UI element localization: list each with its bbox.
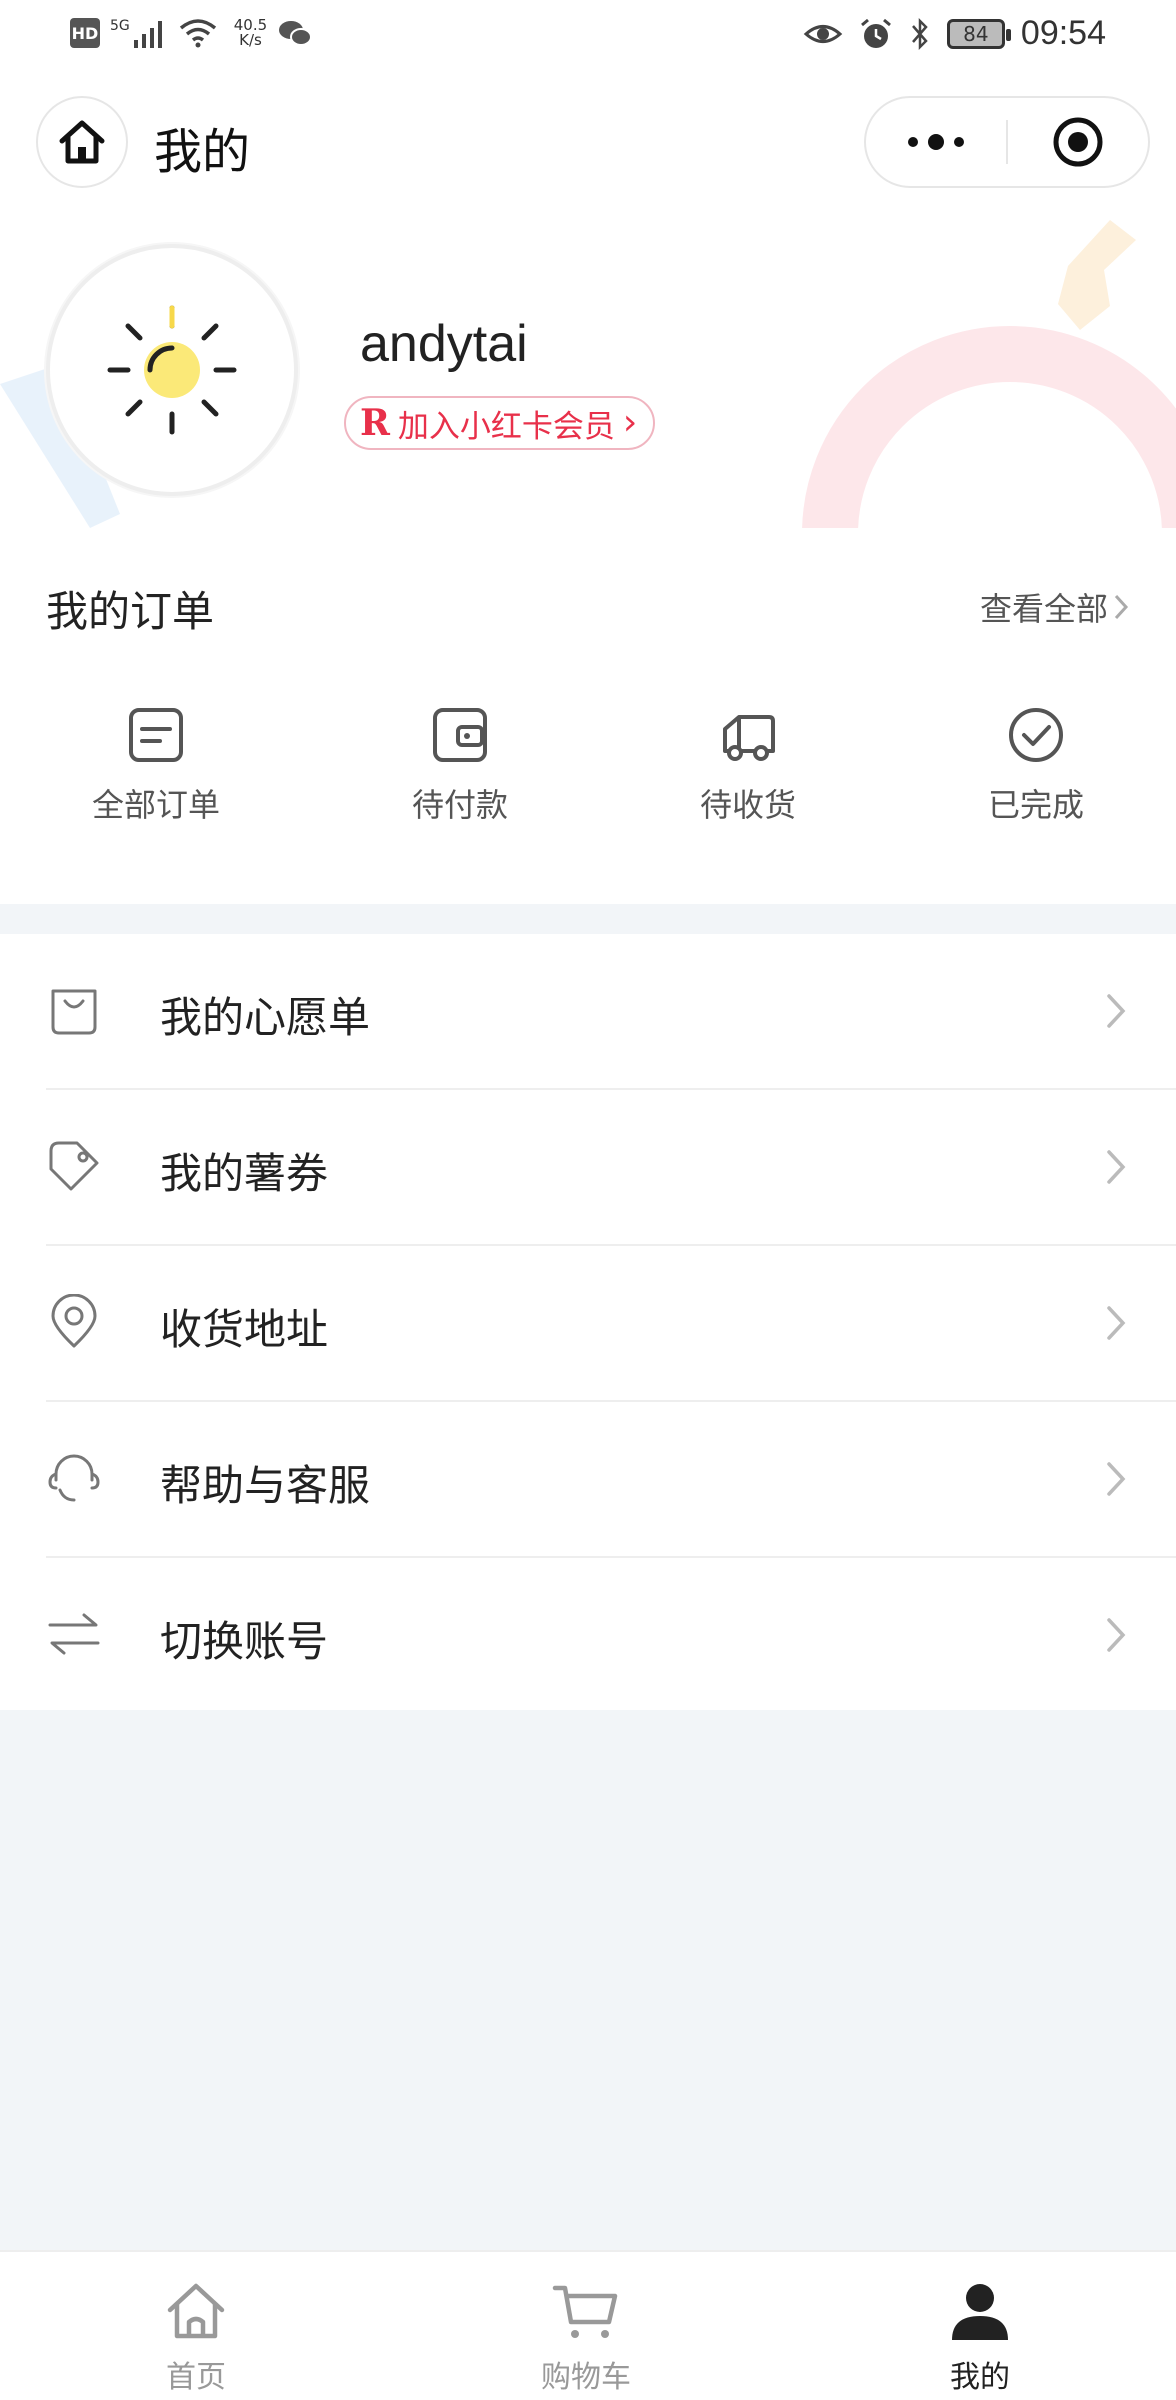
chevron-right-icon	[1107, 1150, 1126, 1184]
cellular-signal-icon	[133, 21, 162, 48]
tag-icon	[49, 1141, 99, 1191]
bottom-tab-bar: 首页 购物车 我的	[0, 2250, 1176, 2400]
eye-icon	[803, 24, 843, 43]
view-all-orders-link[interactable]: 查看全部	[980, 584, 1130, 630]
chevron-right-icon	[1107, 1618, 1126, 1652]
red-card-logo: R	[360, 402, 390, 444]
sun-avatar-icon	[107, 305, 237, 435]
menu-item-coupons[interactable]: 我的薯券	[0, 1090, 1176, 1246]
order-list-icon	[129, 708, 183, 762]
network-speed: 40.5 K/s	[234, 18, 267, 48]
bluetooth-icon	[911, 17, 928, 50]
menu-item-address[interactable]: 收货地址	[0, 1246, 1176, 1402]
menu-list: 我的心愿单 我的薯券 收货地址 帮助与客服 切换账号	[0, 934, 1176, 1710]
battery-indicator: 84	[946, 18, 1011, 49]
clock: 09:54	[1020, 14, 1106, 52]
menu-item-label: 收货地址	[160, 1305, 329, 1354]
hd-badge: HD	[70, 18, 100, 48]
status-bar: HD 5G 40.5 K/s 84 09:54	[0, 0, 1176, 74]
location-pin-icon	[51, 1294, 97, 1348]
wechat-icon	[279, 21, 313, 46]
order-pending-payment-label: 待付款	[411, 786, 508, 824]
mini-program-nav-bar: 我的	[0, 74, 1176, 214]
tab-home[interactable]: 首页	[96, 2276, 296, 2396]
wifi-icon	[179, 19, 216, 48]
tab-cart[interactable]: 购物车	[486, 2276, 686, 2396]
page-title: 我的	[154, 124, 251, 180]
chevron-right-icon	[1107, 994, 1126, 1028]
vip-arrow: ›	[622, 402, 638, 443]
order-pending-receipt-label: 待收货	[699, 786, 796, 824]
alarm-icon	[860, 18, 891, 48]
more-dot-icon	[908, 137, 918, 147]
home-icon	[167, 2283, 225, 2339]
menu-item-label: 我的薯券	[160, 1149, 329, 1198]
more-dot-icon	[928, 134, 944, 150]
order-pending-payment[interactable]: 待付款	[350, 700, 570, 826]
avatar[interactable]	[46, 244, 298, 496]
profile-header: andytai R 加入小红卡会员 ›	[0, 214, 1176, 528]
more-dot-icon	[954, 137, 964, 147]
home-icon	[59, 120, 105, 164]
tab-me[interactable]: 我的	[880, 2276, 1080, 2396]
menu-item-help[interactable]: 帮助与客服	[0, 1402, 1176, 1558]
status-right: 84 09:54	[803, 14, 1106, 53]
status-left: HD 5G 40.5 K/s	[70, 18, 313, 48]
tab-home-label: 首页	[166, 2360, 226, 2395]
tab-me-label: 我的	[950, 2360, 1010, 2395]
menu-item-wishlist[interactable]: 我的心愿单	[0, 934, 1176, 1090]
order-completed-label: 已完成	[987, 786, 1084, 824]
order-all-label: 全部订单	[91, 786, 220, 824]
orders-title: 我的订单	[46, 587, 215, 636]
menu-item-label: 帮助与客服	[160, 1461, 371, 1510]
tab-cart-label: 购物车	[541, 2360, 631, 2395]
join-vip-label: 加入小红卡会员	[397, 408, 615, 445]
username: andytai	[360, 315, 528, 373]
target-icon	[1053, 117, 1103, 167]
chevron-right-icon	[1107, 1306, 1126, 1340]
menu-item-label: 我的心愿单	[160, 993, 371, 1042]
network-type-label: 5G	[110, 18, 130, 34]
user-icon	[952, 2284, 1008, 2340]
close-miniprogram-button[interactable]	[1008, 98, 1148, 186]
net-speed-unit: K/s	[239, 31, 262, 49]
chevron-right-icon	[1114, 594, 1129, 620]
view-all-label: 查看全部	[979, 590, 1108, 628]
check-circle-icon	[1009, 708, 1063, 762]
menu-item-label: 切换账号	[160, 1617, 329, 1666]
chevron-right-icon	[1107, 1462, 1126, 1496]
capsule-menu	[864, 96, 1150, 188]
headset-icon	[48, 1454, 100, 1502]
wallet-icon	[433, 708, 487, 762]
menu-item-switch-account[interactable]: 切换账号	[0, 1558, 1176, 1714]
join-vip-button[interactable]: R 加入小红卡会员 ›	[344, 396, 656, 450]
order-all[interactable]: 全部订单	[46, 700, 266, 826]
more-button[interactable]	[866, 98, 1006, 186]
my-orders-card: 我的订单 查看全部 全部订单 待付款 待收货 已完成	[0, 528, 1176, 904]
truck-icon	[723, 715, 775, 761]
order-completed[interactable]: 已完成	[926, 700, 1146, 826]
order-pending-receipt[interactable]: 待收货	[638, 700, 858, 826]
home-button[interactable]	[36, 96, 128, 188]
bag-icon	[51, 989, 97, 1035]
switch-arrows-icon	[48, 1613, 100, 1655]
cart-icon	[552, 2285, 618, 2338]
